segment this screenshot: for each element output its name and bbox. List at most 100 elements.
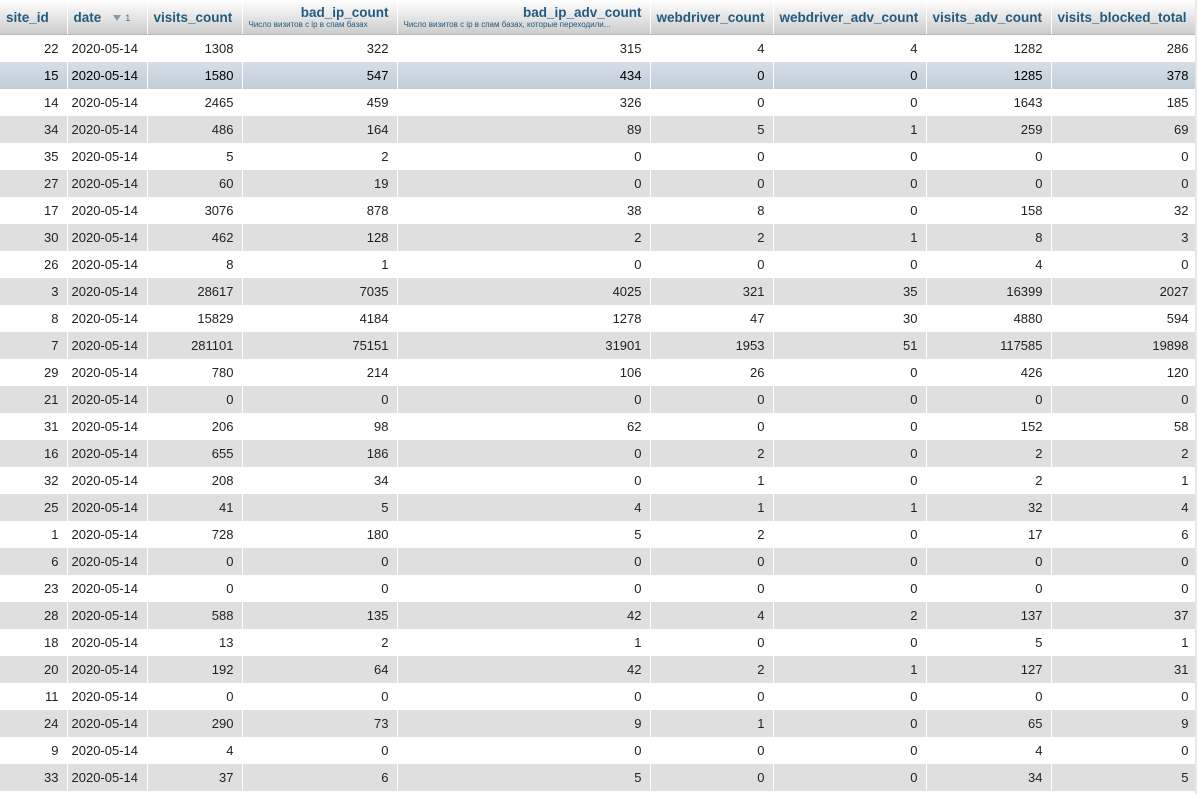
- cell-visits-count[interactable]: 0: [147, 386, 243, 413]
- cell-site-id[interactable]: 7: [0, 332, 68, 359]
- cell-visits-count[interactable]: 3076: [147, 197, 243, 224]
- cell-visits-adv-count[interactable]: 34: [926, 764, 1052, 791]
- cell-visits-blocked-total[interactable]: 69: [1051, 116, 1197, 143]
- table-row[interactable]: 14 2020-05-14 2465 459 326 0 0 1643 185: [0, 89, 1197, 116]
- cell-webdriver-count[interactable]: 1: [650, 710, 774, 737]
- cell-bad-ip-count[interactable]: 0: [242, 575, 398, 602]
- cell-visits-count[interactable]: 206: [147, 413, 243, 440]
- cell-site-id[interactable]: 25: [0, 494, 68, 521]
- cell-webdriver-adv-count[interactable]: 0: [773, 62, 927, 89]
- table-row[interactable]: 34 2020-05-14 486 164 89 5 1 259 69: [0, 116, 1197, 143]
- cell-date[interactable]: 2020-05-14: [67, 224, 148, 251]
- cell-bad-ip-adv-count[interactable]: 38: [397, 197, 651, 224]
- cell-visits-adv-count[interactable]: 4: [926, 737, 1052, 764]
- cell-webdriver-count[interactable]: 0: [650, 683, 774, 710]
- table-row[interactable]: 33 2020-05-14 37 6 5 0 0 34 5: [0, 764, 1197, 791]
- cell-webdriver-adv-count[interactable]: 0: [773, 413, 927, 440]
- cell-visits-adv-count[interactable]: 158: [926, 197, 1052, 224]
- cell-bad-ip-adv-count[interactable]: 0: [397, 143, 651, 170]
- cell-webdriver-count[interactable]: 2: [650, 656, 774, 683]
- cell-visits-adv-count[interactable]: 0: [926, 170, 1052, 197]
- cell-bad-ip-adv-count[interactable]: 42: [397, 602, 651, 629]
- cell-webdriver-count[interactable]: 321: [650, 278, 774, 305]
- cell-site-id[interactable]: 20: [0, 656, 68, 683]
- cell-site-id[interactable]: 30: [0, 224, 68, 251]
- cell-visits-blocked-total[interactable]: 0: [1051, 170, 1197, 197]
- cell-visits-count[interactable]: 728: [147, 521, 243, 548]
- column-header-webdriver-adv-count[interactable]: webdriver_adv_count: [773, 0, 927, 35]
- cell-webdriver-count[interactable]: 2: [650, 224, 774, 251]
- cell-bad-ip-count[interactable]: 459: [242, 89, 398, 116]
- cell-visits-count[interactable]: 290: [147, 710, 243, 737]
- table-row[interactable]: 15 2020-05-14 1580 547 434 0 0 1285 378: [0, 62, 1197, 89]
- table-row[interactable]: 3 2020-05-14 28617 7035 4025 321 35 16399 2027: [0, 278, 1197, 305]
- cell-bad-ip-count[interactable]: 73: [242, 710, 398, 737]
- cell-date[interactable]: 2020-05-14: [67, 548, 148, 575]
- cell-visits-blocked-total[interactable]: 9: [1051, 710, 1197, 737]
- cell-visits-blocked-total[interactable]: 378: [1051, 62, 1197, 89]
- cell-visits-blocked-total[interactable]: 31: [1051, 656, 1197, 683]
- cell-bad-ip-count[interactable]: 1: [242, 251, 398, 278]
- cell-date[interactable]: 2020-05-14: [67, 386, 148, 413]
- cell-bad-ip-adv-count[interactable]: 106: [397, 359, 651, 386]
- cell-webdriver-count[interactable]: 4: [650, 602, 774, 629]
- cell-date[interactable]: 2020-05-14: [67, 359, 148, 386]
- table-row[interactable]: 27 2020-05-14 60 19 0 0 0 0 0: [0, 170, 1197, 197]
- cell-webdriver-count[interactable]: 4: [650, 34, 774, 62]
- cell-visits-adv-count[interactable]: 0: [926, 548, 1052, 575]
- cell-visits-blocked-total[interactable]: 5: [1051, 764, 1197, 791]
- cell-visits-count[interactable]: 28617: [147, 278, 243, 305]
- cell-webdriver-count[interactable]: 0: [650, 764, 774, 791]
- cell-date[interactable]: 2020-05-14: [67, 89, 148, 116]
- cell-visits-adv-count[interactable]: 16399: [926, 278, 1052, 305]
- cell-date[interactable]: 2020-05-14: [67, 170, 148, 197]
- cell-webdriver-adv-count[interactable]: 0: [773, 710, 927, 737]
- cell-visits-count[interactable]: 208: [147, 467, 243, 494]
- cell-bad-ip-count[interactable]: 0: [242, 683, 398, 710]
- cell-webdriver-adv-count[interactable]: 0: [773, 89, 927, 116]
- cell-site-id[interactable]: 32: [0, 467, 68, 494]
- cell-bad-ip-adv-count[interactable]: 4: [397, 494, 651, 521]
- table-row[interactable]: 1 2020-05-14 728 180 5 2 0 17 6: [0, 521, 1197, 548]
- cell-visits-blocked-total[interactable]: 1: [1051, 467, 1197, 494]
- cell-site-id[interactable]: 18: [0, 629, 68, 656]
- cell-visits-count[interactable]: 1308: [147, 34, 243, 62]
- cell-bad-ip-count[interactable]: 128: [242, 224, 398, 251]
- cell-webdriver-count[interactable]: 0: [650, 629, 774, 656]
- cell-bad-ip-adv-count[interactable]: 0: [397, 440, 651, 467]
- cell-bad-ip-count[interactable]: 19: [242, 170, 398, 197]
- cell-date[interactable]: 2020-05-14: [67, 251, 148, 278]
- cell-webdriver-adv-count[interactable]: 30: [773, 305, 927, 332]
- cell-webdriver-adv-count[interactable]: 35: [773, 278, 927, 305]
- cell-date[interactable]: 2020-05-14: [67, 34, 148, 62]
- column-header-visits-blocked-total[interactable]: visits_blocked_total: [1051, 0, 1197, 35]
- cell-bad-ip-adv-count[interactable]: 5: [397, 521, 651, 548]
- cell-visits-blocked-total[interactable]: 6: [1051, 521, 1197, 548]
- cell-site-id[interactable]: 16: [0, 440, 68, 467]
- cell-date[interactable]: 2020-05-14: [67, 197, 148, 224]
- cell-visits-blocked-total[interactable]: 0: [1051, 683, 1197, 710]
- cell-visits-adv-count[interactable]: 426: [926, 359, 1052, 386]
- table-row[interactable]: 24 2020-05-14 290 73 9 1 0 65 9: [0, 710, 1197, 737]
- cell-visits-blocked-total[interactable]: 0: [1051, 737, 1197, 764]
- cell-site-id[interactable]: 17: [0, 197, 68, 224]
- column-header-date[interactable]: date 1: [67, 0, 148, 35]
- cell-visits-adv-count[interactable]: 2: [926, 467, 1052, 494]
- cell-visits-adv-count[interactable]: 0: [926, 575, 1052, 602]
- cell-webdriver-adv-count[interactable]: 4: [773, 34, 927, 62]
- column-header-webdriver-count[interactable]: webdriver_count: [650, 0, 774, 35]
- table-row[interactable]: 11 2020-05-14 0 0 0 0 0 0 0: [0, 683, 1197, 710]
- cell-date[interactable]: 2020-05-14: [67, 521, 148, 548]
- cell-bad-ip-adv-count[interactable]: 1: [397, 629, 651, 656]
- cell-webdriver-count[interactable]: 2: [650, 440, 774, 467]
- cell-webdriver-adv-count[interactable]: 1: [773, 494, 927, 521]
- table-row[interactable]: 6 2020-05-14 0 0 0 0 0 0 0: [0, 548, 1197, 575]
- cell-visits-blocked-total[interactable]: 0: [1051, 143, 1197, 170]
- cell-site-id[interactable]: 15: [0, 62, 68, 89]
- cell-visits-count[interactable]: 5: [147, 143, 243, 170]
- cell-date[interactable]: 2020-05-14: [67, 737, 148, 764]
- cell-webdriver-adv-count[interactable]: 0: [773, 764, 927, 791]
- cell-bad-ip-count[interactable]: 164: [242, 116, 398, 143]
- cell-visits-adv-count[interactable]: 4: [926, 251, 1052, 278]
- cell-webdriver-adv-count[interactable]: 0: [773, 251, 927, 278]
